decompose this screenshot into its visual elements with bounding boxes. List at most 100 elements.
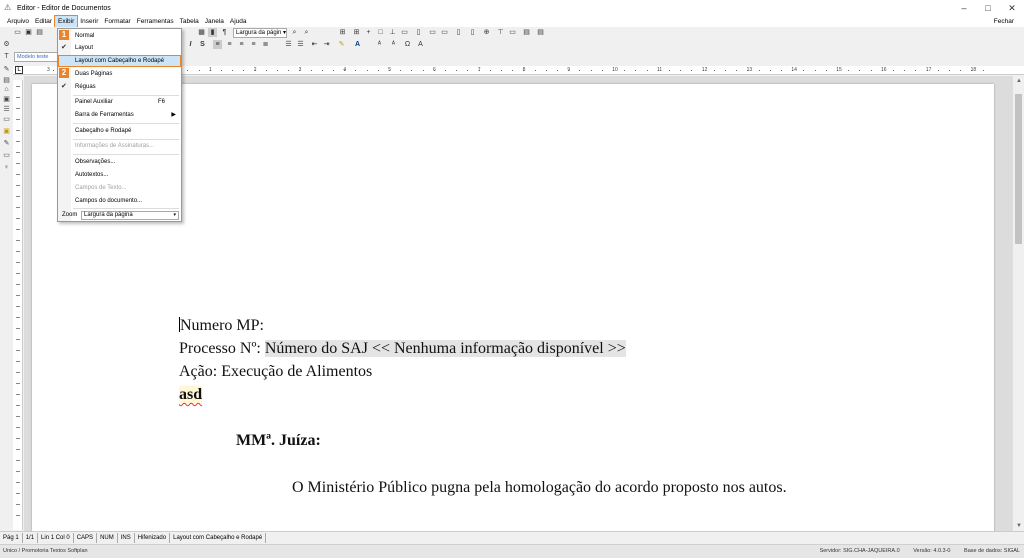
tool-icon-7[interactable]: ☰ <box>2 105 11 114</box>
tool-icon-8[interactable]: ▭ <box>2 115 11 124</box>
vertical-ruler[interactable] <box>13 80 23 530</box>
bullets-icon[interactable]: ☰ <box>284 40 293 49</box>
strike-icon[interactable]: S <box>198 40 207 49</box>
col2-icon[interactable]: ▯ <box>468 28 477 37</box>
tool-icon-12[interactable]: ♀ <box>2 163 11 172</box>
tool-icon-6[interactable]: ▣ <box>2 95 11 104</box>
zoom-combo[interactable]: Largura da págin ▾ <box>233 28 287 38</box>
link-icon[interactable]: ⊕ <box>482 28 491 37</box>
merge-icon[interactable]: ▭ <box>400 28 409 37</box>
line-asd[interactable]: asd <box>179 386 203 404</box>
menu-item-reguas[interactable]: ✔ Réguas <box>58 81 181 93</box>
print-icon[interactable]: ▤ <box>35 28 44 37</box>
scroll-thumb[interactable] <box>1015 94 1022 244</box>
grid2-icon[interactable]: ⊞ <box>352 28 361 37</box>
clear-format-icon[interactable]: A <box>416 40 425 49</box>
menu-item-duas-paginas[interactable]: Duas Páginas <box>58 68 181 80</box>
case2-icon[interactable]: ᴬ <box>389 40 398 49</box>
symbol-icon[interactable]: Ω <box>403 40 412 49</box>
anchor-icon[interactable]: ⊤ <box>496 28 505 37</box>
menu-formatar[interactable]: Formatar <box>101 16 133 27</box>
list2-icon[interactable]: ▤ <box>536 28 545 37</box>
menu-janela[interactable]: Janela <box>202 16 227 27</box>
ruler-tick <box>960 70 962 71</box>
maximize-button[interactable]: □ <box>976 0 1000 16</box>
model-field[interactable]: Modelo teste <box>14 52 58 62</box>
tool-icon-3[interactable]: ✎ <box>2 65 11 74</box>
indent-icon[interactable]: ⇥ <box>322 40 331 49</box>
menu-item-campos-documento[interactable]: Campos do documento... <box>58 195 181 207</box>
italic-icon[interactable]: I <box>186 40 195 49</box>
minimize-button[interactable]: – <box>952 0 976 16</box>
step-badge-1: 1 <box>59 30 69 40</box>
menu-item-layout-cabecalho-rodape[interactable]: Layout com Cabeçalho e Rodapé <box>58 55 181 67</box>
menu-exibir[interactable]: Exibir <box>54 15 79 28</box>
menu-editar[interactable]: Editar <box>32 16 55 27</box>
add-cell-icon[interactable]: + <box>364 28 373 37</box>
line-numero-mp[interactable]: Numero MP: <box>179 317 264 335</box>
tool-icon-9[interactable]: ▣ <box>2 127 11 136</box>
close-document-link[interactable]: Fechar <box>994 16 1014 27</box>
menu-ferramentas[interactable]: Ferramentas <box>134 16 177 27</box>
outdent-icon[interactable]: ⇤ <box>310 40 319 49</box>
toggle-icon[interactable]: ▮ <box>208 28 217 37</box>
menu-ajuda[interactable]: Ajuda <box>227 16 250 27</box>
menu-tabela[interactable]: Tabela <box>177 16 202 27</box>
ruler-tab-icon[interactable]: L <box>15 66 23 74</box>
salutation[interactable]: MMª. Juíza: <box>236 432 321 450</box>
grid-icon[interactable]: ⊞ <box>338 28 347 37</box>
zoom-out-icon[interactable]: ⌕ <box>302 28 311 37</box>
menu-item-layout[interactable]: ✔ Layout <box>58 42 181 54</box>
menu-item-cabecalho-rodape[interactable]: Cabeçalho e Rodapé <box>58 125 181 137</box>
saj-field[interactable]: Número do SAJ << Nenhuma informação disp… <box>264 340 626 357</box>
frame-icon[interactable]: ▭ <box>508 28 517 37</box>
line-processo[interactable]: Processo Nº: Número do SAJ << Nenhuma in… <box>179 340 626 358</box>
numbering-icon[interactable]: ☰ <box>296 40 305 49</box>
tool-icon-2[interactable]: T <box>2 52 11 61</box>
split-icon[interactable]: ▯ <box>414 28 423 37</box>
menu-item-normal[interactable]: Normal <box>58 30 181 42</box>
align-right-icon[interactable]: ≡ <box>237 40 246 49</box>
zoom-select[interactable]: Largura da página ▾ <box>81 211 179 220</box>
table-icon[interactable]: ▦ <box>197 28 206 37</box>
body-paragraph[interactable]: O Ministério Público pugna pela homologa… <box>292 479 787 497</box>
list-icon[interactable]: ▤ <box>522 28 531 37</box>
row-icon[interactable]: ▭ <box>428 28 437 37</box>
menu-item-painel-auxiliar[interactable]: Painel Auxiliar F6 <box>58 96 181 108</box>
tool-icon-10[interactable]: ✎ <box>2 139 11 148</box>
tool-icon-4[interactable]: ▤ <box>2 76 11 85</box>
menu-item-autotextos[interactable]: Autotextos... <box>58 169 181 181</box>
justify-icon[interactable]: ≡ <box>249 40 258 49</box>
menu-item-barra-ferramentas[interactable]: Barra de Ferramentas ▶ <box>58 109 181 121</box>
ruler-tick <box>971 70 973 71</box>
ruler-tick <box>16 251 20 252</box>
menu-inserir[interactable]: Inserir <box>77 16 101 27</box>
case-icon[interactable]: ᴬ <box>375 40 384 49</box>
menu-item-observacoes[interactable]: Observações... <box>58 156 181 168</box>
border-icon[interactable]: ⊥ <box>388 28 397 37</box>
tool-icon-1[interactable]: ⚙ <box>2 40 11 49</box>
ruler-tick <box>926 70 928 71</box>
pilcrow-icon[interactable]: ¶ <box>220 28 229 37</box>
vertical-scrollbar[interactable]: ▲ ▼ <box>1012 76 1024 531</box>
ruler-tick <box>16 350 20 351</box>
font-color-icon[interactable]: A <box>353 40 362 49</box>
scroll-down-icon[interactable]: ▼ <box>1013 521 1024 531</box>
line-spacing-icon[interactable]: ≣ <box>261 40 270 49</box>
align-center-icon[interactable]: ≡ <box>225 40 234 49</box>
row2-icon[interactable]: ▭ <box>440 28 449 37</box>
scroll-up-icon[interactable]: ▲ <box>1013 76 1024 86</box>
tool-icon-5[interactable]: ⌂ <box>2 85 11 94</box>
col-icon[interactable]: ▯ <box>454 28 463 37</box>
ruler-tick <box>198 70 200 71</box>
close-button[interactable]: ✕ <box>1000 0 1024 16</box>
highlight-icon[interactable]: ✎ <box>337 40 346 49</box>
open-icon[interactable]: ▭ <box>13 28 22 37</box>
cell-icon[interactable]: □ <box>376 28 385 37</box>
tool-icon-11[interactable]: ▭ <box>2 151 11 160</box>
zoom-in-icon[interactable]: ⌕ <box>290 28 299 37</box>
save-icon[interactable]: ▣ <box>24 28 33 37</box>
menu-arquivo[interactable]: Arquivo <box>4 16 32 27</box>
align-left-icon[interactable]: ≡ <box>213 40 222 49</box>
line-acao[interactable]: Ação: Execução de Alimentos <box>179 363 372 381</box>
